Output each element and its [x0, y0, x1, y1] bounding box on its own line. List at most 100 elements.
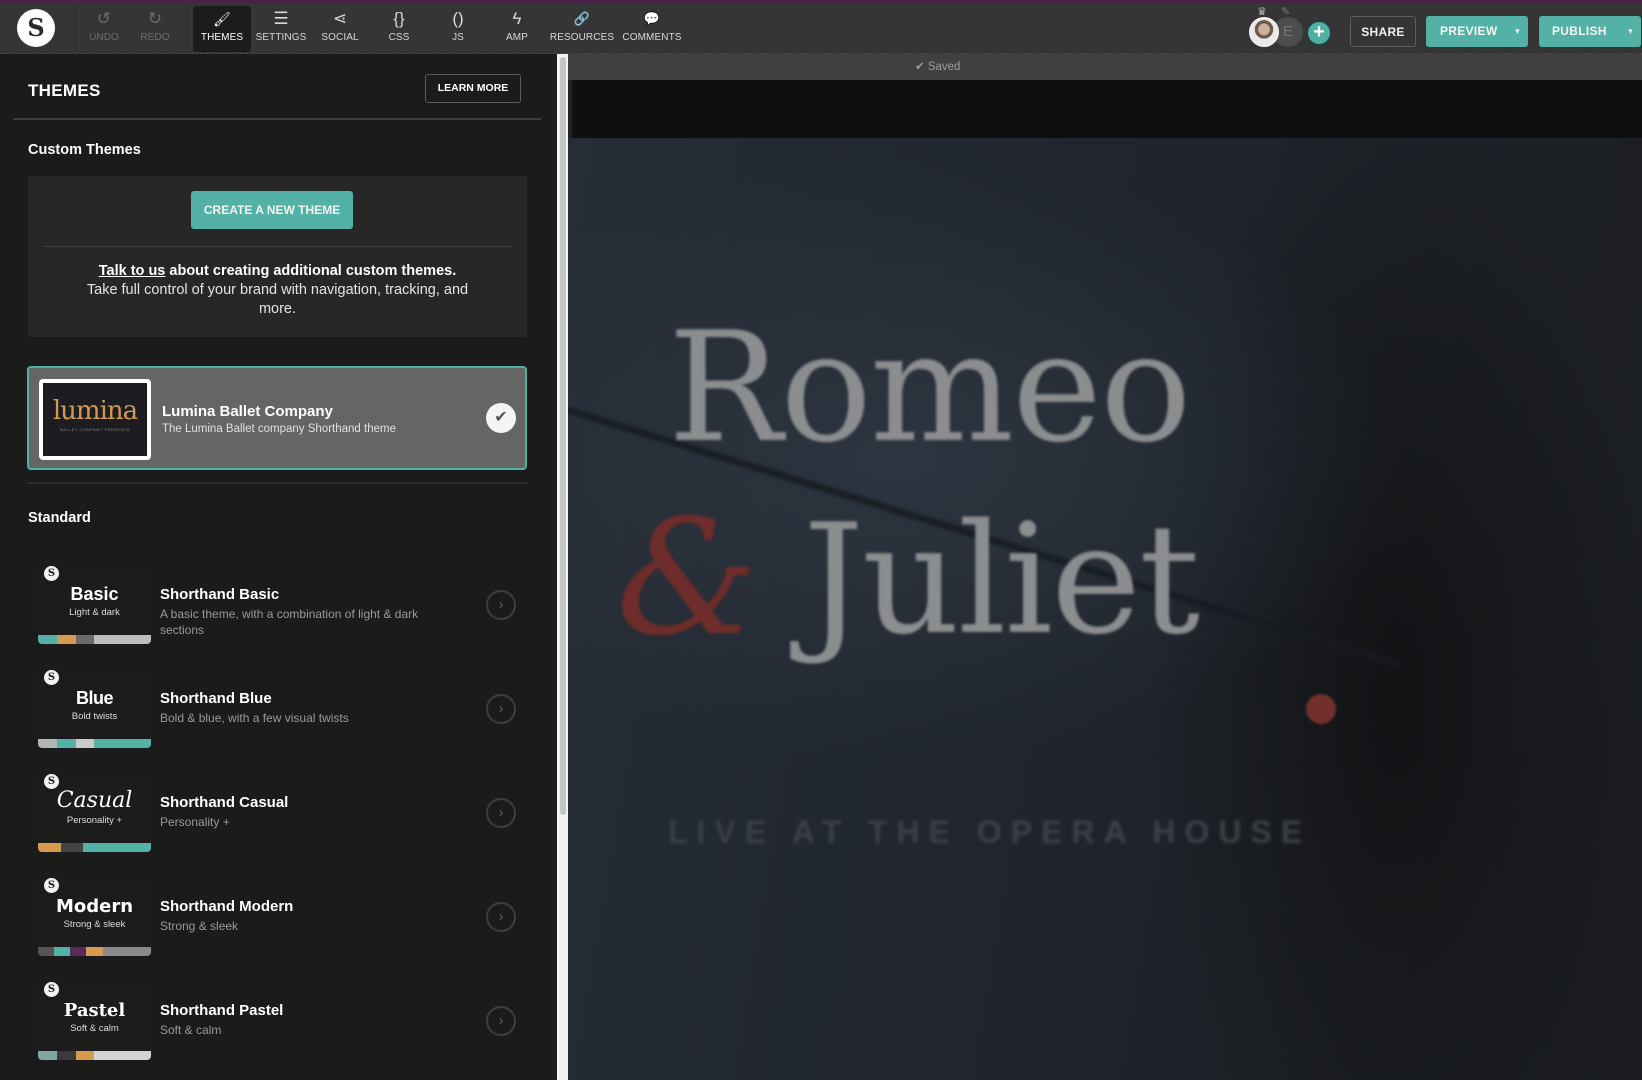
theme-description: Soft & calm [160, 1023, 222, 1037]
theme-thumbnail-title: Modern [55, 896, 134, 917]
hero-tagline: LIVE AT THE OPERA HOUSE [668, 814, 1312, 850]
theme-list-item[interactable]: S Modern Strong & sleek Shorthand Modern… [0, 874, 557, 974]
theme-thumbnail-title: Pastel [63, 1000, 126, 1021]
check-icon: ✔ [915, 61, 925, 73]
chevron-down-icon[interactable]: ▾ [1515, 16, 1520, 46]
hero-title-line1: Romeo [668, 299, 1192, 476]
add-collaborator-button[interactable]: + [1306, 20, 1332, 46]
shorthand-badge-icon: S [44, 878, 59, 893]
theme-color-strip [38, 843, 151, 852]
theme-thumbnail: S Basic Light & dark [38, 562, 151, 644]
talk-subtext: Take full control of your brand with nav… [86, 282, 469, 317]
panel-scrollbar[interactable] [557, 54, 568, 1080]
divider [43, 246, 512, 247]
chevron-right-icon[interactable]: › [486, 1006, 516, 1036]
theme-description: Strong & sleek [160, 919, 239, 933]
learn-more-button[interactable]: LEARN MORE [425, 74, 521, 103]
theme-color-swatch [94, 635, 151, 644]
theme-thumbnail-subtitle: Soft & calm [70, 1023, 119, 1034]
tab-settings[interactable]: ☰ SETTINGS [251, 6, 311, 52]
theme-thumbnail-subtitle: Bold twists [71, 711, 118, 722]
theme-color-swatch [83, 843, 151, 852]
shorthand-logo[interactable]: S [17, 9, 55, 47]
theme-color-swatch [38, 947, 55, 956]
custom-themes-heading: Custom Themes [28, 142, 141, 158]
parentheses-icon: () [452, 9, 464, 28]
custom-themes-box: CREATE A NEW THEME Talk to us about crea… [28, 176, 527, 337]
theme-color-swatch [75, 635, 95, 644]
theme-color-swatch [94, 739, 151, 748]
tab-comments[interactable]: 💬 COMMENTS [618, 6, 686, 52]
theme-list-item[interactable]: S Casual Personality + Shorthand Casual … [0, 770, 557, 870]
theme-color-strip [38, 1051, 151, 1060]
publish-label: PUBLISH [1552, 24, 1607, 38]
theme-color-swatch [38, 843, 61, 852]
theme-description: The Lumina Ballet company Shorthand them… [162, 423, 396, 435]
theme-thumbnail: S Blue Bold twists [38, 666, 151, 748]
theme-color-swatch [38, 635, 57, 644]
redo-button[interactable]: ↻ REDO [125, 6, 185, 52]
theme-description: A basic theme, with a combination of lig… [160, 607, 419, 637]
tab-social[interactable]: ⋖ SOCIAL [310, 6, 370, 52]
tab-label: CSS [388, 32, 410, 43]
theme-list-item[interactable]: S Basic Light & dark Shorthand Basic A b… [0, 562, 557, 662]
lightning-icon: ϟ [512, 9, 522, 28]
tab-label: THEMES [200, 32, 244, 43]
talk-text: about creating additional custom themes. [165, 263, 457, 279]
tab-css[interactable]: {} CSS [369, 6, 429, 52]
theme-thumbnail: S Casual Personality + [38, 770, 151, 852]
paintbrush-icon: 🖌 [213, 11, 231, 27]
toolbar-divider [187, 7, 188, 51]
share-button[interactable]: SHARE [1350, 16, 1416, 47]
theme-color-swatch [75, 1051, 95, 1060]
theme-color-swatch [38, 1051, 57, 1060]
theme-name: Shorthand Blue [160, 690, 272, 707]
selected-check-icon: ✔ [486, 403, 516, 433]
theme-color-swatch [54, 947, 71, 956]
tab-label: RESOURCES [549, 32, 615, 43]
publish-button[interactable]: PUBLISH ▾ [1539, 16, 1641, 47]
divider [13, 118, 541, 120]
theme-thumbnail-title: Casual [56, 788, 133, 813]
preview-button[interactable]: PREVIEW ▾ [1426, 16, 1528, 47]
hero-section: Romeo & Juliet LIVE AT THE OPERA HOUSE [568, 138, 1642, 1080]
create-new-theme-button[interactable]: CREATE A NEW THEME [191, 191, 353, 229]
theme-list-item[interactable]: S Pastel Soft & calm Shorthand Pastel So… [0, 978, 557, 1078]
custom-themes-info: Talk to us about creating additional cus… [28, 262, 527, 319]
story-navigation-bar [572, 80, 1642, 138]
theme-name: Shorthand Basic [160, 586, 280, 603]
chevron-right-icon[interactable]: › [486, 694, 516, 724]
braces-icon: {} [393, 9, 405, 28]
scrollbar-thumb[interactable] [560, 57, 566, 815]
selected-theme-card[interactable]: lumina BALLET COMPANY PRESENTS Lumina Ba… [27, 366, 527, 470]
comment-icon: 💬 [643, 11, 661, 26]
theme-color-strip [38, 635, 151, 644]
tab-resources[interactable]: 🔗 RESOURCES [548, 6, 616, 52]
theme-thumbnail-subtitle: BALLET COMPANY PRESENTS [60, 427, 130, 432]
theme-thumbnail-subtitle: Strong & sleek [63, 919, 126, 930]
user-avatar[interactable] [1249, 17, 1279, 47]
share-icon: ⋖ [332, 9, 348, 28]
theme-thumbnail-logo: lumina [52, 396, 138, 426]
tab-label: SOCIAL [321, 32, 359, 43]
chevron-right-icon[interactable]: › [486, 798, 516, 828]
theme-list-item[interactable]: S Blue Bold twists Shorthand Blue Bold &… [0, 666, 557, 766]
chevron-down-icon[interactable]: ▾ [1628, 16, 1633, 46]
theme-name: Shorthand Pastel [160, 1002, 284, 1019]
tab-label: COMMENTS [622, 32, 682, 43]
chevron-right-icon[interactable]: › [486, 590, 516, 620]
tab-js[interactable]: () JS [428, 6, 488, 52]
theme-color-swatch [86, 947, 103, 956]
standard-heading: Standard [28, 510, 91, 526]
theme-thumbnail-subtitle: Light & dark [69, 607, 120, 618]
tab-themes[interactable]: 🖌 THEMES [193, 6, 251, 52]
theme-thumbnail: S Pastel Soft & calm [38, 978, 151, 1060]
tab-label: SETTINGS [255, 32, 307, 43]
theme-color-swatch [60, 843, 84, 852]
link-icon: 🔗 [573, 11, 591, 26]
theme-color-swatch [56, 1051, 76, 1060]
theme-color-swatch [38, 739, 57, 748]
talk-to-us-link[interactable]: Talk to us [99, 263, 166, 279]
tab-amp[interactable]: ϟ AMP [487, 6, 547, 52]
chevron-right-icon[interactable]: › [486, 902, 516, 932]
